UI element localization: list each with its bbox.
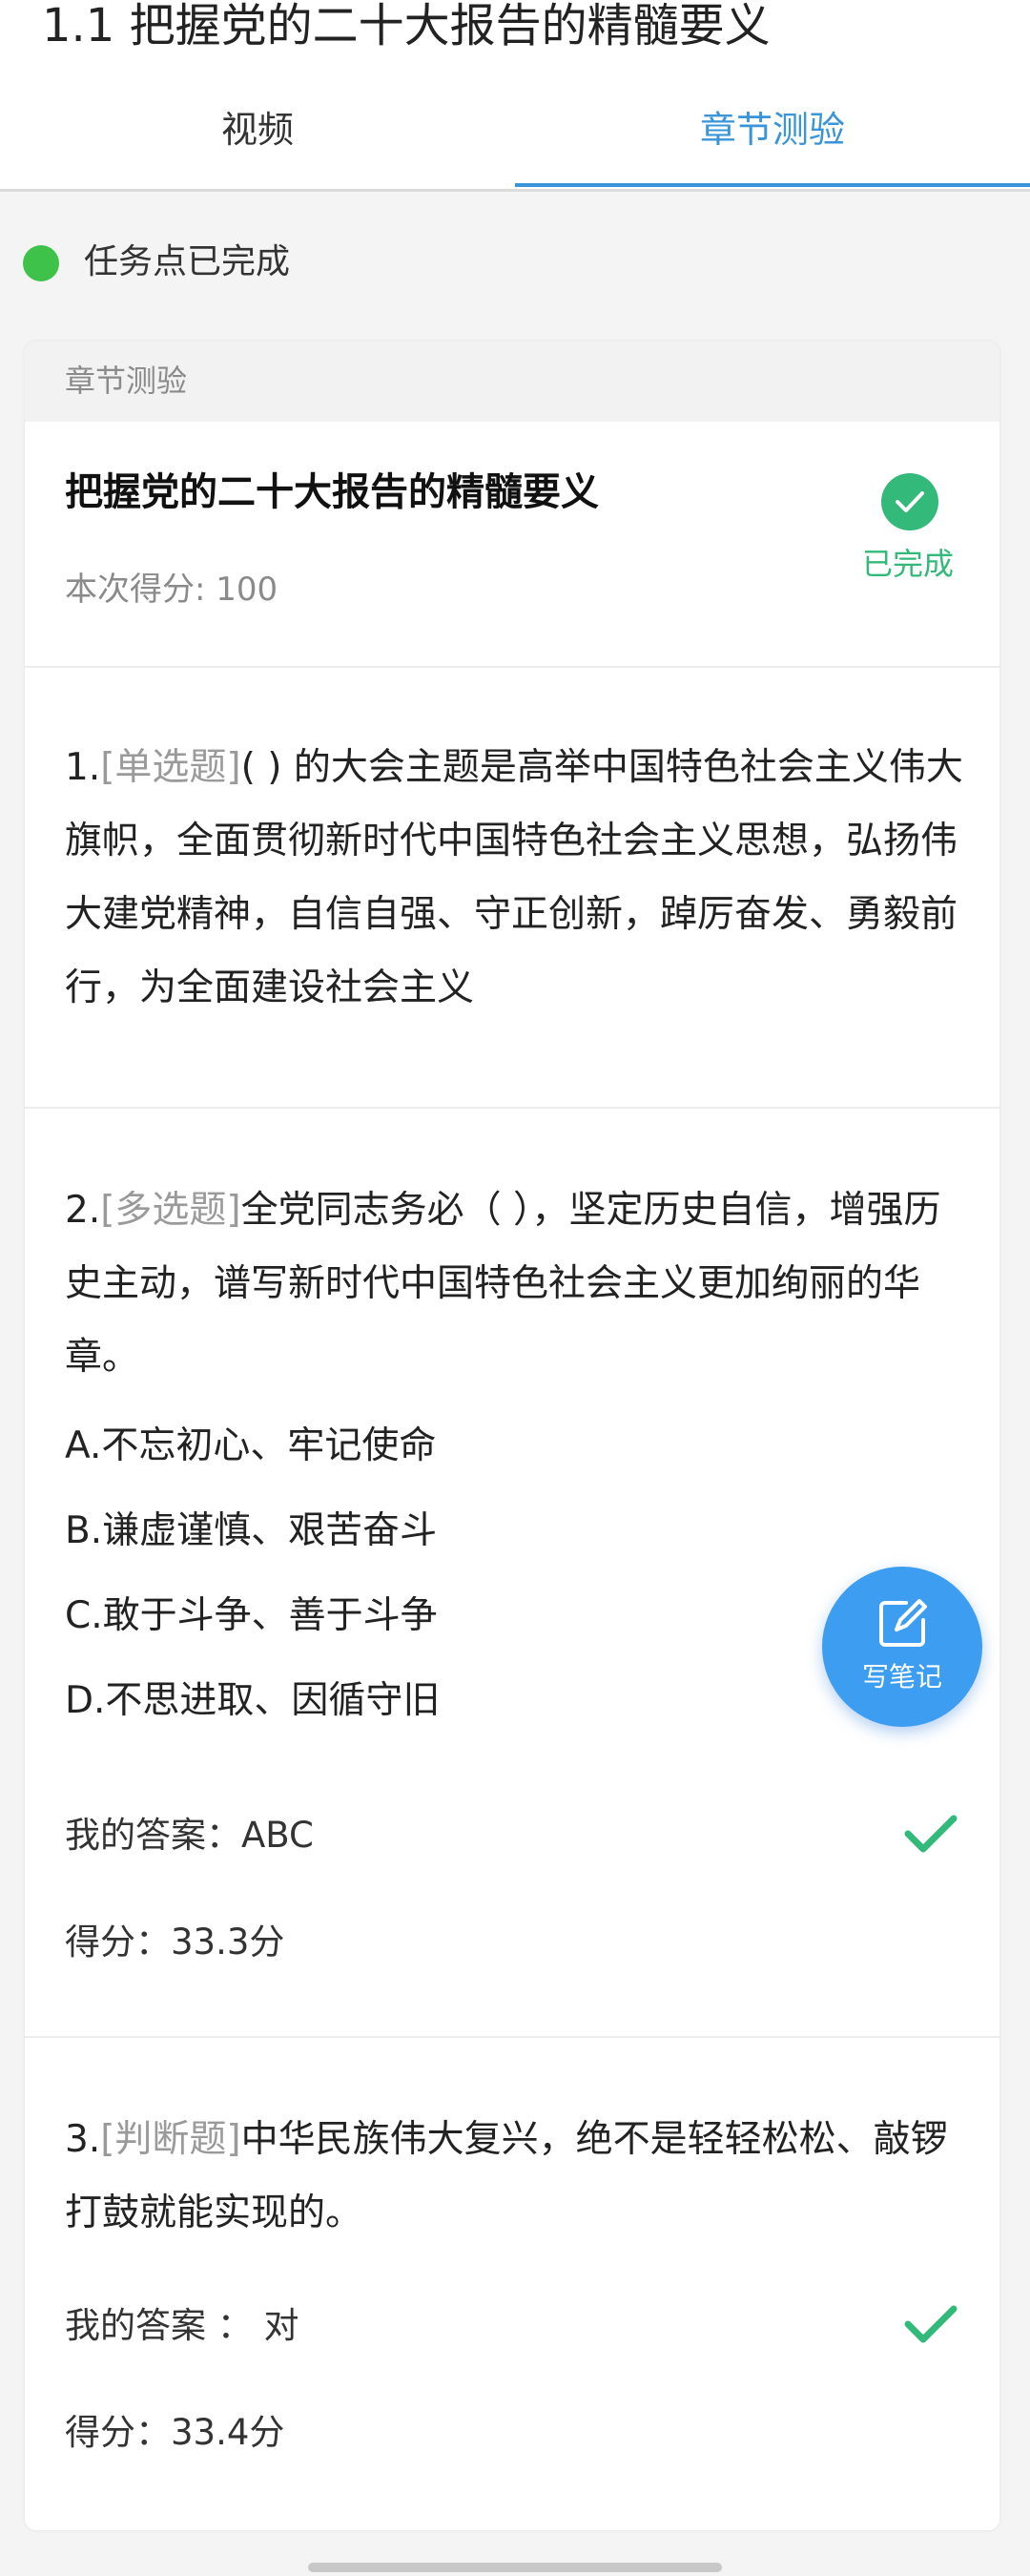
header: 1.1 把握党的二十大报告的精髓要义 视频 章节测验: [0, 0, 1030, 192]
quiz-card: 章节测验 把握党的二十大报告的精髓要义 本次得分: 100 已完成 1.[单选题…: [25, 342, 999, 2530]
question-score: 得分：33.4分: [65, 2412, 285, 2453]
divider: [25, 666, 999, 668]
completed-check-icon: [881, 473, 938, 530]
my-answer: 我的答案：ABC: [65, 1815, 314, 1856]
write-note-label: 写笔记: [861, 1661, 942, 1693]
question-type: [多选题]: [100, 1189, 241, 1232]
edit-note-icon: [874, 1595, 931, 1656]
active-tab-indicator: [515, 183, 1030, 187]
card-header: 章节测验: [25, 342, 999, 422]
question-3[interactable]: 3.[判断题]中华民族伟大复兴，绝不是轻轻松松、敲锣打鼓就能实现的。: [65, 2103, 971, 2250]
completed-label: 已完成: [862, 546, 955, 582]
task-status: 任务点已完成: [23, 234, 881, 291]
page-title: 1.1 把握党的二十大报告的精髓要义: [42, 0, 771, 52]
tab-chapter-quiz[interactable]: 章节测验: [515, 103, 1030, 160]
question-score: 得分：33.3分: [65, 1922, 285, 1963]
score-summary: 本次得分: 100: [65, 571, 278, 609]
question-number: 2.: [65, 1189, 101, 1232]
divider: [25, 1107, 999, 1109]
question-number: 1.: [65, 746, 101, 789]
quiz-title: 把握党的二十大报告的精髓要义: [65, 470, 599, 514]
option-a: A.不忘初心、牢记使命: [65, 1424, 437, 1467]
correct-check-icon: [902, 2301, 959, 2353]
option-b: B.谦虚谨慎、艰苦奋斗: [65, 1509, 438, 1552]
status-dot-icon: [23, 245, 59, 281]
write-note-button[interactable]: 写笔记: [822, 1567, 982, 1727]
question-number: 3.: [65, 2118, 101, 2161]
tab-video[interactable]: 视频: [0, 103, 515, 160]
section-label: 章节测验: [65, 363, 188, 399]
question-1[interactable]: 1.[单选题]( ) 的大会主题是高举中国特色社会主义伟大旗帜，全面贯彻新时代中…: [65, 731, 971, 1017]
divider: [25, 2036, 999, 2038]
question-2[interactable]: 2.[多选题]全党同志务必（ ），坚定历史自信，增强历史主动，谱写新时代中国特色…: [65, 1174, 971, 1394]
correct-check-icon: [902, 1811, 959, 1862]
option-d: D.不思进取、因循守旧: [65, 1679, 441, 1722]
my-answer: 我的答案 ： 对: [65, 2305, 299, 2346]
home-indicator[interactable]: [308, 2563, 722, 2572]
question-type: [判断题]: [100, 2118, 241, 2161]
task-status-text: 任务点已完成: [84, 242, 291, 281]
option-c: C.敢于斗争、善于斗争: [65, 1594, 438, 1637]
question-type: [单选题]: [100, 746, 241, 789]
